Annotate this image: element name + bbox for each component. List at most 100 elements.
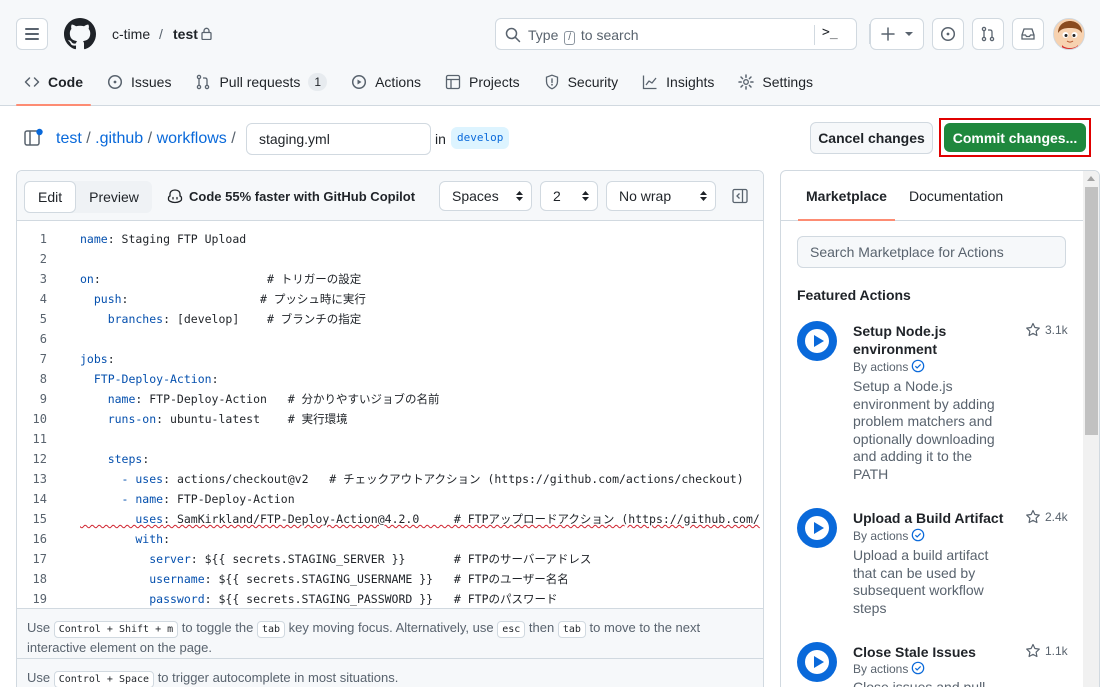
line-number: 12 <box>32 452 47 466</box>
line-number: 15 <box>32 512 47 526</box>
code-line[interactable]: 3 on: # トリガーの設定 <box>17 269 763 289</box>
indent-size-select[interactable]: 2 <box>540 181 598 211</box>
line-content: runs-on: ubuntu-latest # 実行環境 <box>80 409 348 429</box>
code-line[interactable]: 14 - name: FTP-Deploy-Action <box>17 489 763 509</box>
code-line[interactable]: 12 steps: <box>17 449 763 469</box>
code-line[interactable]: 6 <box>17 329 763 349</box>
inbox-button[interactable] <box>1012 18 1044 50</box>
copilot-promo-text: Code 55% faster with GitHub Copilot <box>189 188 416 204</box>
repo-link[interactable]: test <box>173 26 198 42</box>
code-line[interactable]: 17 server: ${{ secrets.STAGING_SERVER }}… <box>17 549 763 569</box>
shortcut-key: tab <box>256 621 286 638</box>
code-line[interactable]: 11 <box>17 429 763 449</box>
marketplace-panel: Marketplace Documentation Search Marketp… <box>780 170 1100 687</box>
star-icon <box>1026 322 1040 337</box>
wrap-mode-select[interactable]: No wrap <box>606 181 716 211</box>
yaml-value: : <box>211 372 219 386</box>
breadcrumb-github-link[interactable]: .github <box>95 130 143 147</box>
marketplace-scrollbar[interactable] <box>1083 171 1099 687</box>
action-name[interactable]: Close Stale Issues <box>853 643 1003 661</box>
yaml-value: : actions/checkout@v2 # チェックアウトアクション (ht… <box>163 472 744 486</box>
code-line[interactable]: 15 uses: SamKirkland/FTP-Deploy-Action@4… <box>17 509 763 529</box>
search-input[interactable]: Type / to search >_ <box>495 18 857 50</box>
pull-requests-button[interactable] <box>972 18 1004 50</box>
commit-changes-button[interactable]: Commit changes... <box>944 123 1086 152</box>
code-line[interactable]: 19 password: ${{ secrets.STAGING_PASSWOR… <box>17 589 763 608</box>
code-line[interactable]: 7 jobs: <box>17 349 763 369</box>
indent-mode-select[interactable]: Spaces <box>439 181 532 211</box>
copilot-promo[interactable]: Code 55% faster with GitHub Copilot <box>167 188 415 204</box>
sidebar-collapse-icon[interactable] <box>732 188 748 204</box>
indent-size-value: 2 <box>553 188 561 204</box>
breadcrumb-workflows-link[interactable]: workflows <box>157 130 227 147</box>
code-line[interactable]: 13 - uses: actions/checkout@v2 # チェックアウト… <box>17 469 763 489</box>
owner-link[interactable]: c-time <box>112 26 150 42</box>
triangle-down-icon <box>905 32 913 36</box>
yaml-key: password <box>80 592 205 606</box>
yaml-key: FTP-Deploy-Action <box>80 372 212 386</box>
yaml-key: username <box>80 572 205 586</box>
tab-pull-requests[interactable]: Pull requests 1 <box>187 64 335 100</box>
github-logo-icon[interactable] <box>64 18 96 50</box>
tab-label: Code <box>48 74 83 90</box>
code-line[interactable]: 8 FTP-Deploy-Action: <box>17 369 763 389</box>
tab-label: Settings <box>762 74 814 90</box>
issue-icon <box>107 74 123 90</box>
wrap-mode-value: No wrap <box>619 188 672 204</box>
action-author-text: By actions <box>853 529 909 543</box>
line-number: 11 <box>32 432 47 446</box>
action-author: By actions <box>853 359 925 374</box>
create-new-button[interactable] <box>870 18 924 50</box>
yaml-key: name <box>80 232 108 246</box>
select-arrows-icon <box>516 191 523 201</box>
tab-settings[interactable]: Settings <box>730 64 821 100</box>
code-line[interactable]: 18 username: ${{ secrets.STAGING_USERNAM… <box>17 569 763 589</box>
shortcut-key: tab <box>557 621 586 638</box>
action-name[interactable]: Setup Node.js environment <box>853 322 1003 358</box>
action-name[interactable]: Upload a Build Artifact <box>853 509 1018 527</box>
cancel-changes-button[interactable]: Cancel changes <box>810 122 933 154</box>
filename-input[interactable]: staging.yml <box>246 123 431 155</box>
scroll-up-arrow-icon[interactable] <box>1087 176 1095 181</box>
tab-security[interactable]: Security <box>536 64 627 100</box>
code-line[interactable]: 4 push: # プッシュ時に実行 <box>17 289 763 309</box>
code-content[interactable]: 1 name: Staging FTP Upload 2 3 on: # トリガーの設定… <box>17 222 763 608</box>
code-line[interactable]: 2 <box>17 249 763 269</box>
hint-text: Use <box>27 620 51 635</box>
yaml-value: : ${{ secrets.STAGING_PASSWORD }} # FTPの… <box>204 592 558 606</box>
issues-button[interactable] <box>932 18 964 50</box>
command-palette-icon[interactable]: >_ <box>822 25 838 40</box>
breadcrumb-repo-link[interactable]: test <box>56 130 82 147</box>
file-tree-toggle-icon[interactable] <box>24 128 44 148</box>
code-line[interactable]: 10 runs-on: ubuntu-latest # 実行環境 <box>17 409 763 429</box>
action-stars: 2.4k <box>1025 509 1068 525</box>
code-line[interactable]: 5 branches: [develop] # ブランチの指定 <box>17 309 763 329</box>
line-number: 19 <box>32 592 47 606</box>
tab-edit[interactable]: Edit <box>24 181 77 213</box>
tab-issues[interactable]: Issues <box>99 64 179 100</box>
breadcrumb-separator: / <box>86 130 91 147</box>
verified-icon <box>912 661 925 675</box>
graph-icon <box>643 75 657 90</box>
line-number: 8 <box>39 372 47 386</box>
tab-documentation[interactable]: Documentation <box>909 188 1003 204</box>
menu-button[interactable] <box>16 18 48 50</box>
avatar[interactable] <box>1053 18 1085 50</box>
code-line[interactable]: 1 name: Staging FTP Upload <box>17 229 763 249</box>
code-line[interactable]: 9 name: FTP-Deploy-Action # 分かりやすいジョブの名前 <box>17 389 763 409</box>
marketplace-search-input[interactable]: Search Marketplace for Actions <box>797 236 1066 268</box>
hint-text: Use <box>27 670 51 685</box>
scrollbar-thumb[interactable] <box>1085 187 1098 435</box>
line-content: branches: [develop] # ブランチの指定 <box>80 309 362 329</box>
search-placeholder: Type / to search <box>528 27 639 45</box>
line-number: 7 <box>39 352 47 366</box>
tab-preview[interactable]: Preview <box>76 181 152 213</box>
hint-text: key moving focus. Alternatively, use <box>288 620 494 635</box>
tab-actions[interactable]: Actions <box>343 64 429 100</box>
tab-marketplace[interactable]: Marketplace <box>798 188 895 221</box>
tab-label: Insights <box>666 74 715 90</box>
tab-projects[interactable]: Projects <box>437 64 528 100</box>
code-line[interactable]: 16 with: <box>17 529 763 549</box>
tab-insights[interactable]: Insights <box>634 64 722 100</box>
tab-code[interactable]: Code <box>16 64 91 106</box>
